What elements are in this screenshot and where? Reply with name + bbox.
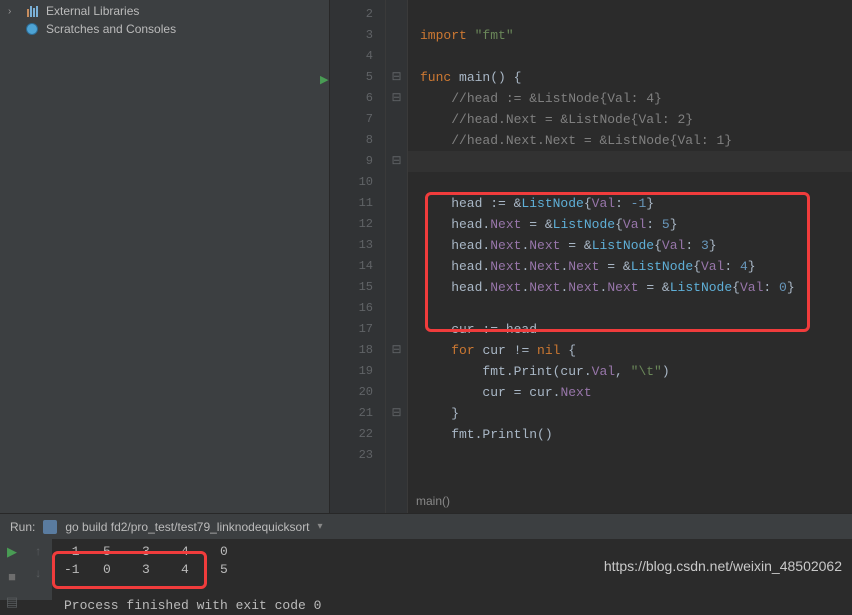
code-line[interactable]: head.Next = &ListNode{Val: 5} bbox=[420, 214, 852, 235]
run-config-name[interactable]: go build fd2/pro_test/test79_linknodequi… bbox=[65, 520, 309, 534]
line-number: 23 bbox=[330, 445, 373, 466]
code-line[interactable]: //head := &ListNode{Val: 4} bbox=[420, 88, 852, 109]
code-area[interactable]: import "fmt" func main() { //head := &Lis… bbox=[408, 0, 852, 513]
library-icon bbox=[24, 4, 40, 18]
watermark-text: https://blog.csdn.net/weixin_48502062 bbox=[604, 558, 842, 574]
line-number: 2 bbox=[330, 4, 373, 25]
fold-marker bbox=[386, 109, 407, 130]
editor[interactable]: 2345▶67891011121314151617181920212223 ⊟⊟… bbox=[330, 0, 852, 513]
stop-button[interactable]: ■ bbox=[8, 570, 16, 585]
line-number: 6 bbox=[330, 88, 373, 109]
code-line[interactable]: head.Next.Next.Next = &ListNode{Val: 4} bbox=[420, 256, 852, 277]
code-line[interactable]: head := &ListNode{Val: -1} bbox=[420, 193, 852, 214]
line-number: 7 bbox=[330, 109, 373, 130]
code-line[interactable]: head.Next.Next.Next.Next = &ListNode{Val… bbox=[420, 277, 852, 298]
line-number: 17 bbox=[330, 319, 373, 340]
run-line-icon[interactable]: ▶ bbox=[320, 71, 328, 92]
layout-icon[interactable]: ▤ bbox=[6, 595, 18, 610]
code-line[interactable] bbox=[420, 172, 852, 193]
fold-marker[interactable]: ⊟ bbox=[386, 151, 407, 172]
fold-marker bbox=[386, 445, 407, 466]
run-header-label: Run: bbox=[10, 520, 35, 534]
run-toolbar-nav: ↑ ↓ bbox=[24, 539, 52, 600]
code-line[interactable] bbox=[420, 4, 852, 25]
main-split: › External Libraries Scratches and Conso… bbox=[0, 0, 852, 513]
breadcrumb[interactable]: main() bbox=[408, 494, 458, 512]
code-line[interactable]: cur = cur.Next bbox=[420, 382, 852, 403]
fold-marker bbox=[386, 382, 407, 403]
code-line[interactable]: //head.Next = &ListNode{Val: 2} bbox=[420, 109, 852, 130]
line-number: 12 bbox=[330, 214, 373, 235]
fold-marker bbox=[386, 235, 407, 256]
code-line[interactable] bbox=[420, 445, 852, 466]
line-number: 20 bbox=[330, 382, 373, 403]
fold-marker[interactable]: ⊟ bbox=[386, 403, 407, 424]
scratch-icon bbox=[24, 22, 40, 36]
up-icon[interactable]: ↑ bbox=[34, 545, 41, 559]
fold-marker bbox=[386, 4, 407, 25]
rerun-button[interactable]: ▶ bbox=[7, 545, 17, 560]
line-number: 21 bbox=[330, 403, 373, 424]
line-number: 18 bbox=[330, 340, 373, 361]
fold-marker bbox=[386, 46, 407, 67]
chevron-right-icon: › bbox=[8, 6, 18, 17]
fold-marker bbox=[386, 214, 407, 235]
fold-marker bbox=[386, 193, 407, 214]
run-toolbar-left: ▶ ■ ▤ bbox=[0, 539, 24, 600]
down-icon[interactable]: ↓ bbox=[34, 567, 41, 581]
fold-marker bbox=[386, 361, 407, 382]
line-number: 11 bbox=[330, 193, 373, 214]
code-line[interactable]: fmt.Print(cur.Val, "\t") bbox=[420, 361, 852, 382]
code-line[interactable] bbox=[420, 298, 852, 319]
line-number: 19 bbox=[330, 361, 373, 382]
line-number: 9 bbox=[330, 151, 373, 172]
line-number: 13 bbox=[330, 235, 373, 256]
fold-marker bbox=[386, 25, 407, 46]
code-line[interactable]: import "fmt" bbox=[420, 25, 852, 46]
line-number: 15 bbox=[330, 277, 373, 298]
run-panel-header: Run: go build fd2/pro_test/test79_linkno… bbox=[0, 513, 852, 539]
project-sidebar: › External Libraries Scratches and Conso… bbox=[0, 0, 330, 513]
sidebar-item-label: Scratches and Consoles bbox=[46, 22, 176, 36]
line-number: 22 bbox=[330, 424, 373, 445]
fold-marker[interactable]: ⊟ bbox=[386, 88, 407, 109]
sidebar-item-label: External Libraries bbox=[46, 4, 139, 18]
dropdown-icon[interactable]: ▾ bbox=[318, 521, 323, 532]
code-line[interactable]: cur := head bbox=[420, 319, 852, 340]
line-number: 5▶ bbox=[330, 67, 373, 88]
line-number: 14 bbox=[330, 256, 373, 277]
sidebar-item-scratches[interactable]: Scratches and Consoles bbox=[0, 20, 329, 38]
fold-marker bbox=[386, 298, 407, 319]
fold-marker bbox=[386, 256, 407, 277]
sidebar-item-external-libraries[interactable]: › External Libraries bbox=[0, 2, 329, 20]
line-number: 8 bbox=[330, 130, 373, 151]
build-config-icon bbox=[43, 520, 57, 534]
line-number: 10 bbox=[330, 172, 373, 193]
line-number: 3 bbox=[330, 25, 373, 46]
code-line[interactable]: head.Next.Next = &ListNode{Val: 3} bbox=[420, 235, 852, 256]
code-line[interactable]: for cur != nil { bbox=[420, 340, 852, 361]
fold-marker bbox=[386, 277, 407, 298]
output-line bbox=[64, 579, 852, 597]
fold-marker[interactable]: ⊟ bbox=[386, 67, 407, 88]
gutter-fold-column: ⊟⊟⊟⊟⊟ bbox=[386, 0, 408, 513]
fold-marker bbox=[386, 130, 407, 151]
code-line[interactable]: } bbox=[420, 403, 852, 424]
code-line[interactable] bbox=[420, 46, 852, 67]
code-line[interactable]: fmt.Println() bbox=[420, 424, 852, 445]
fold-marker bbox=[386, 424, 407, 445]
fold-marker bbox=[386, 319, 407, 340]
fold-marker bbox=[386, 172, 407, 193]
line-number: 16 bbox=[330, 298, 373, 319]
code-line[interactable]: func main() { bbox=[420, 67, 852, 88]
fold-marker[interactable]: ⊟ bbox=[386, 340, 407, 361]
gutter-line-numbers: 2345▶67891011121314151617181920212223 bbox=[330, 0, 386, 513]
code-line[interactable]: //head.Next.Next = &ListNode{Val: 1} bbox=[420, 130, 852, 151]
line-number: 4 bbox=[330, 46, 373, 67]
